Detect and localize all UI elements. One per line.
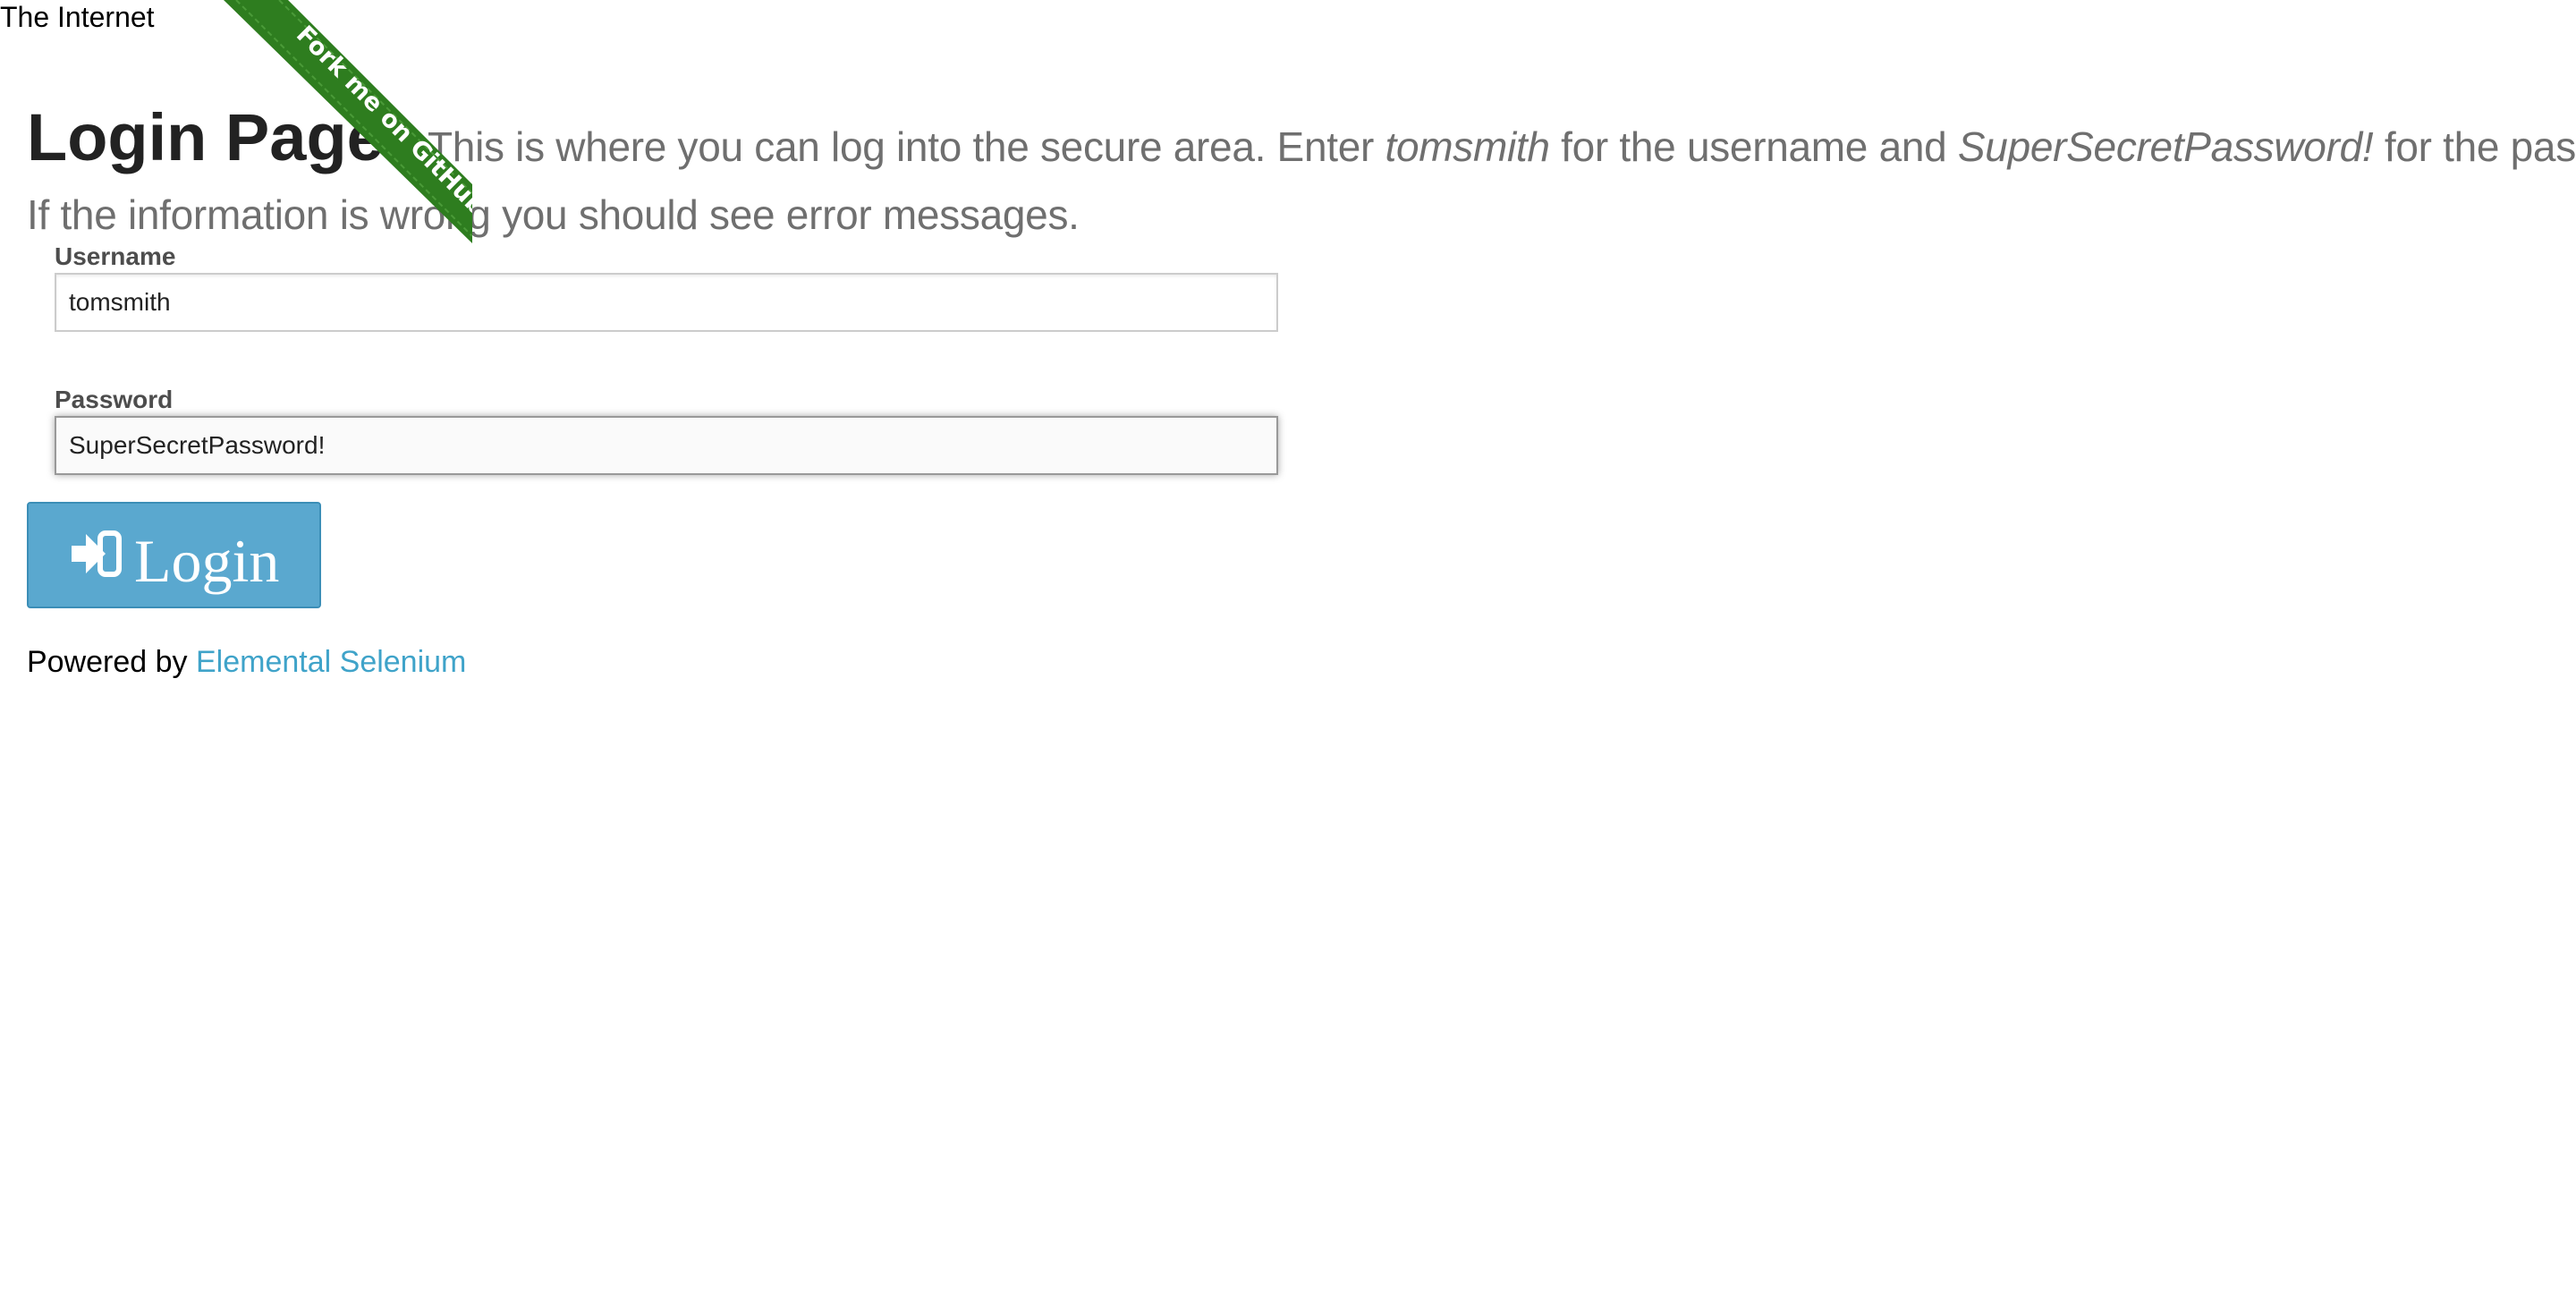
password-input[interactable] [55,416,1278,475]
elemental-selenium-link[interactable]: Elemental Selenium [196,645,466,679]
login-button[interactable]: Login [27,502,321,608]
fork-github-ribbon[interactable]: Fork me on GitHub [224,0,472,243]
footer: Powered by Elemental Selenium [27,642,466,682]
username-label: Username [55,242,176,270]
password-label: Password [55,386,174,413]
fork-ribbon-graphic: Fork me on GitHub [224,0,472,243]
subheader-text-1: This is where you can log into the secur… [428,123,1385,170]
page-subheader: This is where you can log into the secur… [428,120,2576,174]
site-title: The Internet [0,1,155,33]
subheader-password-hint: SuperSecretPassword! [1957,123,2374,170]
ribbon-label[interactable]: Fork me on GitHub [291,21,472,220]
subheader-line-2: If the information is wrong you should s… [27,191,1080,238]
ribbon-band [224,0,472,243]
subheader-username-hint: tomsmith [1385,123,1550,170]
footer-powered-by: Powered by [27,645,196,679]
sign-in-icon [72,505,122,608]
username-input[interactable] [55,273,1278,332]
subheader-text-3: for the password. [2384,123,2576,170]
login-button-label: Login [134,526,280,595]
subheader-text-2: for the username and [1549,123,1958,170]
